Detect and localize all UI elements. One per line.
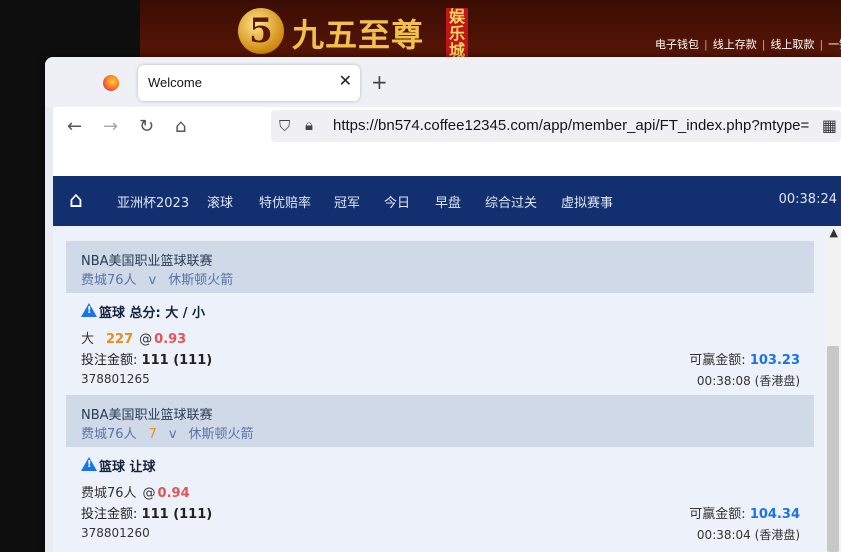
- firefox-icon[interactable]: [103, 75, 119, 91]
- home-team: 费城76人: [81, 273, 137, 288]
- match-teams: 费城76人 7 v 休斯顿火箭: [81, 423, 254, 442]
- at-sign: @: [139, 332, 153, 347]
- bet-card: NBA美国职业篮球联赛 费城76人 7 v 休斯顿火箭 ! 篮球 让球 费城76人 @0…: [66, 395, 814, 545]
- handicap-value: 7: [148, 427, 157, 442]
- league-name: NBA美国职业篮球联赛: [81, 408, 213, 423]
- win-label: 可赢金额:: [689, 353, 746, 368]
- link-withdraw[interactable]: 线上取款: [770, 38, 814, 51]
- vs-label: v: [168, 427, 177, 442]
- warning-mark: !: [87, 459, 92, 470]
- scrollbar-thumb[interactable]: [827, 346, 839, 552]
- link-one-click[interactable]: 一键: [828, 38, 841, 51]
- stake-value: 111 (111): [141, 353, 213, 368]
- tab-strip: Welcome ✕ +: [45, 57, 841, 107]
- tab-welcome[interactable]: Welcome ✕: [138, 65, 360, 101]
- clock: 00:38:24: [778, 192, 837, 207]
- nav-today[interactable]: 今日: [384, 192, 410, 211]
- nav-special-odds[interactable]: 特优赔率: [259, 192, 311, 211]
- at-sign: @: [142, 486, 156, 501]
- back-arrow-icon[interactable]: ←: [67, 116, 82, 137]
- potential-win: 可赢金额: 103.23: [689, 349, 800, 368]
- bet-type: 篮球 让球: [99, 460, 156, 475]
- site-logo-icon: 5: [238, 8, 284, 54]
- link-separator: |: [761, 38, 766, 51]
- bet-pick: 大 227 @0.93: [81, 328, 186, 347]
- lock-icon[interactable]: 🔒︎: [305, 116, 313, 134]
- bet-card: NBA美国职业篮球联赛 费城76人 v 休斯顿火箭 ! 篮球 总分: 大 / 小 大…: [66, 241, 814, 391]
- match-teams: 费城76人 v 休斯顿火箭: [81, 269, 233, 288]
- win-label: 可赢金额:: [689, 507, 746, 522]
- league-name: NBA美国职业篮球联赛: [81, 254, 213, 269]
- warning-mark: !: [87, 305, 92, 316]
- link-e-wallet[interactable]: 电子钱包: [655, 38, 699, 51]
- site-logo-tag: 娱乐城: [446, 8, 468, 60]
- bet-list: NBA美国职业篮球联赛 费城76人 v 休斯顿火箭 ! 篮球 总分: 大 / 小 大…: [53, 226, 825, 552]
- browser-window: Welcome ✕ + ← → ↻ ⌂ ⛉ 🔒︎ https://bn574.c…: [45, 57, 841, 552]
- bet-card-header: NBA美国职业篮球联赛 费城76人 7 v 休斯顿火箭: [66, 395, 814, 447]
- bet-pick: 费城76人 @0.94: [81, 482, 190, 501]
- vs-label: v: [148, 273, 157, 288]
- bet-card-body: ! 篮球 让球 费城76人 @0.94 投注金额: 111 (111) 可赢金额:…: [66, 447, 814, 545]
- odds-value: 0.93: [154, 332, 187, 347]
- bet-card-header: NBA美国职业篮球联赛 费城76人 v 休斯顿火箭: [66, 241, 814, 293]
- stake: 投注金额: 111 (111): [81, 503, 212, 522]
- stake-label: 投注金额:: [81, 507, 138, 522]
- stake-value: 111 (111): [141, 507, 213, 522]
- stake-label: 投注金额:: [81, 353, 138, 368]
- link-deposit[interactable]: 线上存款: [713, 38, 757, 51]
- site-header-links: 电子钱包 | 线上存款 | 线上取款 | 一键: [655, 36, 841, 52]
- nav-outright[interactable]: 冠军: [334, 192, 360, 211]
- ticket-id: 378801260: [81, 526, 150, 540]
- new-tab-icon[interactable]: +: [371, 70, 388, 94]
- nav-asian-cup[interactable]: 亚洲杯2023: [117, 192, 189, 211]
- page-content: ⌂ 亚洲杯2023 滚球 特优赔率 冠军 今日 早盘 综合过关 虚拟赛事 00:…: [53, 149, 841, 552]
- win-value: 104.34: [749, 507, 800, 522]
- shield-icon[interactable]: ⛉: [279, 117, 290, 135]
- stake: 投注金额: 111 (111): [81, 349, 212, 368]
- pick-line: 227: [106, 332, 134, 347]
- pick-label: 大: [81, 332, 95, 347]
- bet-card-body: ! 篮球 总分: 大 / 小 大 227 @0.93 投注金额: 111 (111)…: [66, 293, 814, 391]
- link-separator: |: [704, 38, 708, 51]
- away-team: 休斯顿火箭: [168, 273, 234, 288]
- nav-early[interactable]: 早盘: [435, 192, 461, 211]
- win-value: 103.23: [749, 353, 800, 368]
- reload-icon[interactable]: ↻: [139, 116, 154, 137]
- close-tab-icon[interactable]: ✕: [339, 71, 352, 90]
- nav-virtual[interactable]: 虚拟赛事: [561, 192, 613, 211]
- qr-code-icon[interactable]: ▦: [822, 116, 837, 135]
- bet-type: 篮球 总分: 大 / 小: [99, 306, 206, 321]
- odds-value: 0.94: [157, 486, 190, 501]
- ticket-id: 378801265: [81, 372, 150, 386]
- link-separator: |: [819, 38, 824, 51]
- main-nav: ⌂ 亚洲杯2023 滚球 特优赔率 冠军 今日 早盘 综合过关 虚拟赛事 00:…: [53, 176, 841, 226]
- scroll-up-arrow-icon[interactable]: ▲: [830, 226, 838, 239]
- pick-label: 费城76人: [81, 486, 137, 501]
- forward-arrow-icon[interactable]: →: [103, 116, 118, 137]
- home-nav-icon[interactable]: ⌂: [69, 188, 83, 213]
- home-icon[interactable]: ⌂: [175, 116, 186, 137]
- nav-parlay[interactable]: 综合过关: [485, 192, 537, 211]
- navigation-bar: ← → ↻ ⌂ ⛉ 🔒︎ https://bn574.coffee12345.c…: [53, 107, 841, 149]
- site-logo-text: 九五至尊: [292, 16, 425, 54]
- nav-live[interactable]: 滚球: [207, 192, 233, 211]
- vertical-scrollbar[interactable]: ▲: [825, 226, 841, 552]
- potential-win: 可赢金额: 104.34: [689, 503, 800, 522]
- tab-title: Welcome: [148, 75, 202, 90]
- away-team: 休斯顿火箭: [188, 427, 254, 442]
- bet-time: 00:38:08 (香港盘): [696, 374, 800, 388]
- bet-time: 00:38:04 (香港盘): [696, 528, 800, 542]
- home-team: 费城76人: [81, 427, 137, 442]
- url-text[interactable]: https://bn574.coffee12345.com/app/member…: [333, 117, 809, 134]
- url-bar[interactable]: ⛉ 🔒︎ https://bn574.coffee12345.com/app/m…: [271, 110, 841, 142]
